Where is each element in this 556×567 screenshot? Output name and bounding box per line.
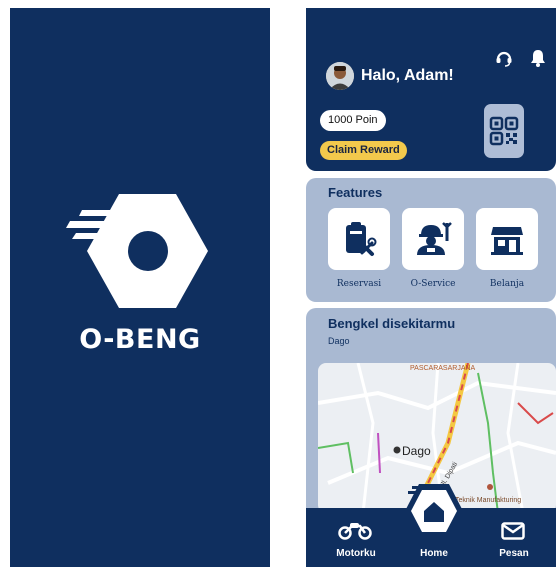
splash-screen: O-BENG [10, 8, 270, 567]
headset-icon[interactable] [494, 48, 514, 68]
bell-icon[interactable] [528, 48, 548, 68]
home-screen: Halo, Adam! 1000 Poin Claim Reward Featu… [306, 8, 556, 567]
qr-code-button[interactable] [484, 104, 524, 158]
features-section: Features Reservasi O-Service Belanja [306, 178, 556, 302]
envelope-icon[interactable] [501, 522, 525, 540]
feature-reservasi-button[interactable] [328, 208, 390, 270]
map-label-place: Teknik Manufakturing [455, 497, 522, 504]
user-avatar-icon [326, 62, 354, 90]
nav-motorku[interactable]: Motorku [328, 548, 384, 559]
store-icon [491, 227, 523, 255]
mechanic-icon [417, 222, 452, 255]
points-badge: 1000 Poin [320, 110, 386, 131]
nav-pesan[interactable]: Pesan [486, 548, 542, 559]
nearby-title: Bengkel disekitarmu [328, 316, 456, 331]
location-text: Dago [328, 336, 350, 346]
claim-reward-button[interactable]: Claim Reward [320, 141, 407, 160]
map-label-area: PASCARASARJANA [410, 365, 476, 372]
home-button[interactable] [404, 482, 464, 540]
feature-belanja-button[interactable] [476, 208, 538, 270]
greeting-text: Halo, Adam! [361, 67, 454, 84]
feature-label: Reservasi [336, 279, 382, 289]
map-label-dago: Dago [402, 444, 431, 458]
hex-nut-logo-icon [66, 194, 208, 308]
header: Halo, Adam! 1000 Poin Claim Reward [306, 8, 556, 171]
feature-label: O-Service [410, 279, 456, 289]
brand-name: O-BENG [79, 324, 201, 355]
motorcycle-icon[interactable] [338, 520, 372, 540]
feature-label: Belanja [489, 279, 525, 289]
avatar[interactable] [326, 62, 354, 90]
features-title: Features [328, 185, 383, 200]
feature-o-service-button[interactable] [402, 208, 464, 270]
clipboard-tools-icon [346, 222, 377, 256]
nav-home[interactable]: Home [404, 548, 464, 559]
qr-code-icon [489, 116, 519, 146]
